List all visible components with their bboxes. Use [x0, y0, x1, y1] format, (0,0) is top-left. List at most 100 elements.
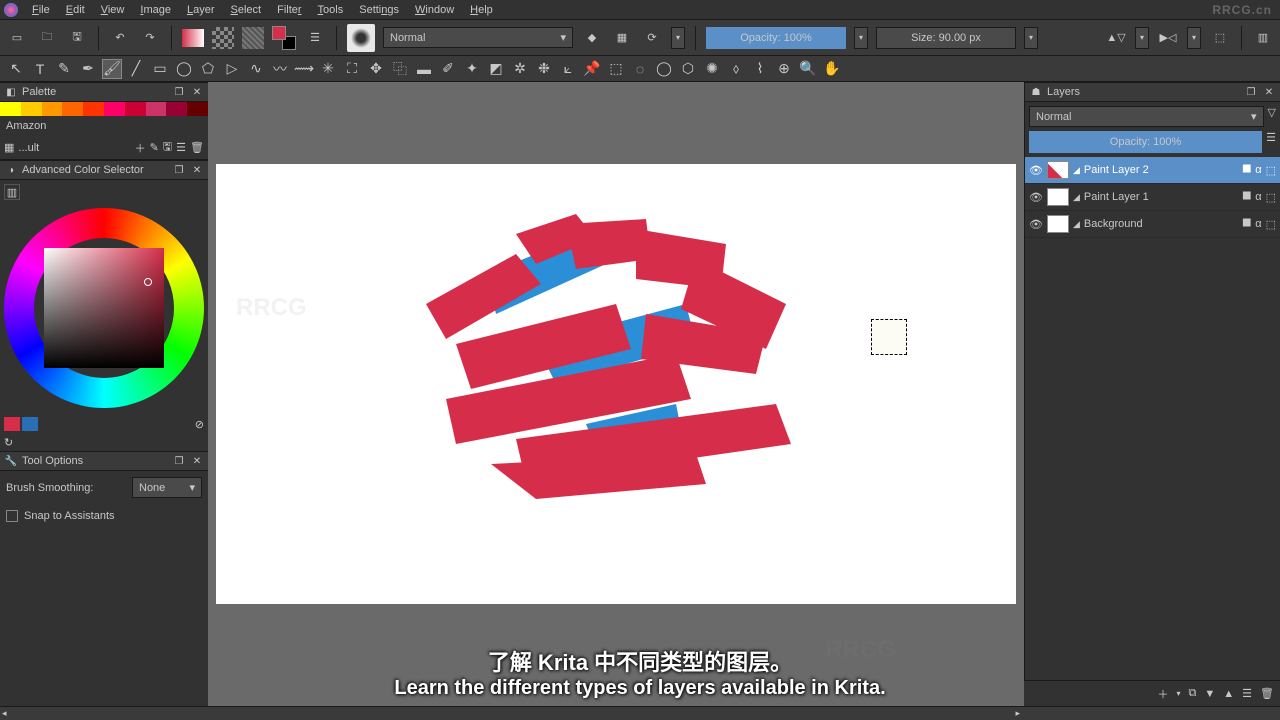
move-up-icon[interactable]: ▲ — [1223, 688, 1234, 700]
smart-patch-tool[interactable]: ✦ — [462, 59, 482, 79]
brush-settings-button[interactable]: ☰ — [304, 27, 326, 49]
measure-tool[interactable]: ⟀ — [558, 59, 578, 79]
magnetic-select-tool[interactable]: ⊕ — [774, 59, 794, 79]
mirror-vertical-button[interactable]: ▶◁ — [1157, 27, 1179, 49]
close-icon[interactable]: ✕ — [190, 454, 204, 468]
zoom-tool[interactable]: 🔍 — [798, 59, 818, 79]
snap-assistants-checkbox[interactable]: Snap to Assistants — [6, 506, 202, 526]
delete-swatch-icon[interactable]: 🗑 — [190, 141, 204, 154]
canvas-viewport[interactable]: RRCG RRCG — [208, 82, 1024, 706]
edit-shapes-tool[interactable]: ✎ — [54, 59, 74, 79]
bg-swatch[interactable] — [22, 417, 38, 431]
menu-file[interactable]: File — [24, 2, 58, 18]
palette-colors-row[interactable] — [0, 102, 208, 116]
lock-icon[interactable]: ⯀ — [1242, 218, 1251, 231]
fg-bg-color[interactable] — [272, 26, 296, 50]
fill-tool[interactable]: ▬ — [414, 59, 434, 79]
menu-help[interactable]: Help — [462, 2, 501, 18]
freehand-brush-tool[interactable]: 🖌 — [102, 59, 122, 79]
close-icon[interactable]: ✕ — [1262, 85, 1276, 99]
reference-tool[interactable]: 📌 — [582, 59, 602, 79]
similar-select-tool[interactable]: ⬨ — [726, 59, 746, 79]
polygon-tool[interactable]: ⬠ — [198, 59, 218, 79]
alpha-icon[interactable]: α — [1255, 191, 1261, 203]
menu-view[interactable]: View — [93, 2, 133, 18]
pan-tool[interactable]: ✋ — [822, 59, 842, 79]
texture-button[interactable] — [242, 27, 264, 49]
new-file-button[interactable]: ▭ — [6, 27, 28, 49]
dynamic-brush-tool[interactable]: ⟿ — [294, 59, 314, 79]
alpha-lock-button[interactable]: ▦ — [611, 27, 633, 49]
close-icon[interactable]: ✕ — [190, 85, 204, 99]
layer-opacity-slider[interactable]: Opacity: 100% — [1029, 131, 1262, 153]
layer-row[interactable]: 👁 ◢ Paint Layer 2 ⯀ α ⬚ — [1025, 157, 1280, 184]
lock-icon[interactable]: ⯀ — [1242, 191, 1251, 204]
layer-props-icon[interactable]: ☰ — [1242, 687, 1252, 700]
menu-edit[interactable]: Edit — [58, 2, 93, 18]
workspace-button[interactable]: ▥ — [1252, 27, 1274, 49]
size-dropdown[interactable]: ▾ — [1024, 27, 1038, 49]
pattern-swatch-button[interactable] — [212, 27, 234, 49]
move-layer-tool[interactable]: ✥ — [366, 59, 386, 79]
redo-button[interactable]: ↷ — [139, 27, 161, 49]
deform-tool[interactable]: ❉ — [534, 59, 554, 79]
color-history-icon[interactable]: ↻ — [4, 436, 204, 449]
menu-settings[interactable]: Settings — [351, 2, 407, 18]
visibility-icon[interactable]: 👁 — [1029, 218, 1043, 231]
gradient-button[interactable] — [182, 29, 204, 47]
bezier-tool[interactable]: ∿ — [246, 59, 266, 79]
menu-layer[interactable]: Layer — [179, 2, 223, 18]
list-palette-icon[interactable]: ☰ — [176, 141, 186, 154]
menu-filter[interactable]: Filter — [269, 2, 309, 18]
polyline-tool[interactable]: ▷ — [222, 59, 242, 79]
duplicate-layer-icon[interactable]: ⧉ — [1189, 687, 1197, 700]
ellipse-select-tool[interactable]: ◌ — [630, 59, 650, 79]
edit-swatch-icon[interactable]: ✎ — [150, 141, 159, 154]
move-down-icon[interactable]: ▼ — [1204, 688, 1215, 700]
layer-row[interactable]: 👁 ◢ Background ⯀ α ⬚ — [1025, 211, 1280, 238]
select-icon[interactable]: ⬚ — [1266, 164, 1276, 177]
chevron-down-icon[interactable]: ▾ — [1177, 689, 1181, 698]
gradient-tool[interactable]: ◩ — [486, 59, 506, 79]
undo-button[interactable]: ↶ — [109, 27, 131, 49]
brush-size-slider[interactable]: Size: 90.00 px — [876, 27, 1016, 49]
scroll-right-icon[interactable]: ▸ — [1015, 708, 1020, 719]
canvas[interactable]: RRCG RRCG — [216, 164, 1016, 604]
fg-swatch[interactable] — [4, 417, 20, 431]
save-palette-icon[interactable]: 🖫 — [163, 138, 172, 157]
poly-select-tool[interactable]: ⬡ — [678, 59, 698, 79]
select-icon[interactable]: ⬚ — [1266, 218, 1276, 231]
alpha-icon[interactable]: α — [1255, 164, 1261, 176]
wrap-around-button[interactable]: ⬚ — [1209, 27, 1231, 49]
layer-row[interactable]: 👁 ◢ Paint Layer 1 ⯀ α ⬚ — [1025, 184, 1280, 211]
opacity-dropdown[interactable]: ▾ — [854, 27, 868, 49]
alpha-icon[interactable]: α — [1255, 218, 1261, 230]
color-wheel[interactable] — [0, 204, 208, 414]
float-icon[interactable]: ❐ — [172, 85, 186, 99]
preset-history-button[interactable]: ▾ — [671, 27, 685, 49]
float-icon[interactable]: ❐ — [172, 163, 186, 177]
contiguous-select-tool[interactable]: ✺ — [702, 59, 722, 79]
delete-layer-icon[interactable]: 🗑 — [1260, 687, 1274, 700]
menu-image[interactable]: Image — [132, 2, 179, 18]
menu-select[interactable]: Select — [223, 2, 270, 18]
mirror-horizontal-button[interactable]: ▲▽ — [1105, 27, 1127, 49]
mirror-h-opts[interactable]: ▾ — [1135, 27, 1149, 49]
visibility-icon[interactable]: 👁 — [1029, 164, 1043, 177]
scroll-left-icon[interactable]: ◂ — [2, 708, 7, 719]
visibility-icon[interactable]: 👁 — [1029, 191, 1043, 204]
brush-preset-button[interactable] — [347, 24, 375, 52]
menu-window[interactable]: Window — [407, 2, 462, 18]
clear-color-icon[interactable]: ⊘ — [195, 418, 204, 431]
add-swatch-icon[interactable]: ＋ — [135, 140, 146, 156]
open-file-button[interactable]: 🗀 — [36, 27, 58, 49]
layer-blend-dropdown[interactable]: Normal ▾ — [1029, 106, 1264, 127]
float-icon[interactable]: ❐ — [172, 454, 186, 468]
lock-icon[interactable]: ⯀ — [1242, 164, 1251, 177]
text-tool[interactable]: T — [30, 59, 50, 79]
freehand-path-tool[interactable]: 〰 — [270, 59, 290, 79]
line-tool[interactable]: ╱ — [126, 59, 146, 79]
pattern-edit-tool[interactable]: ✲ — [510, 59, 530, 79]
move-tool[interactable]: ↖ — [6, 59, 26, 79]
smoothing-dropdown[interactable]: None ▾ — [132, 477, 202, 498]
